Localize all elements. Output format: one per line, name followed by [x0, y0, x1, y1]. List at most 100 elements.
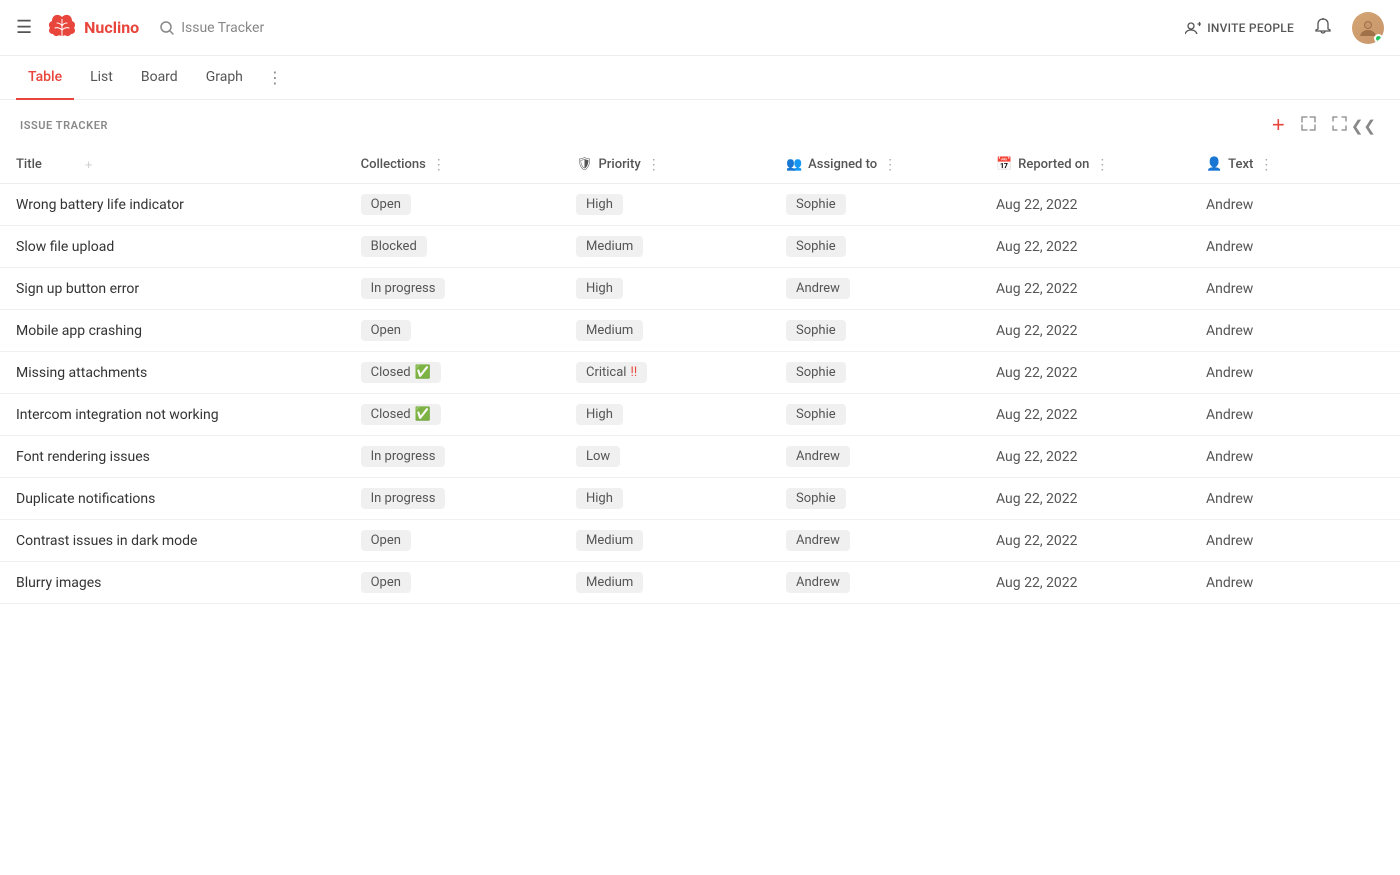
avatar[interactable]: [1352, 12, 1384, 44]
cell-priority: Low: [560, 436, 770, 478]
collection-badge[interactable]: In progress: [361, 488, 446, 509]
priority-badge[interactable]: Medium: [576, 530, 643, 551]
cell-title: Mobile app crashing: [0, 310, 345, 352]
col-header-assigned: 👥 Assigned to ⋮: [770, 146, 980, 184]
priority-badge[interactable]: High: [576, 404, 623, 425]
collection-badge[interactable]: Closed ✅: [361, 404, 441, 425]
text-value: Andrew: [1206, 575, 1253, 591]
assigned-badge[interactable]: Sophie: [786, 362, 846, 383]
assigned-badge[interactable]: Sophie: [786, 488, 846, 509]
cell-collection: Open: [345, 562, 560, 604]
tab-graph[interactable]: Graph: [194, 56, 255, 100]
collection-badge[interactable]: Open: [361, 572, 411, 593]
table-row[interactable]: Mobile app crashingOpenMediumSophieAug 2…: [0, 310, 1400, 352]
add-button[interactable]: +: [1268, 112, 1289, 138]
cell-reported: Aug 22, 2022: [980, 520, 1190, 562]
col-priority-more[interactable]: ⋮: [647, 157, 661, 173]
collection-badge[interactable]: Open: [361, 320, 411, 341]
priority-badge[interactable]: Medium: [576, 572, 643, 593]
priority-badge[interactable]: High: [576, 488, 623, 509]
col-title-add[interactable]: +: [82, 156, 96, 173]
cell-reported: Aug 22, 2022: [980, 436, 1190, 478]
col-reported-label: Reported on: [1018, 157, 1089, 172]
col-title-more[interactable]: ⋮: [62, 157, 76, 173]
row-title[interactable]: Mobile app crashing: [16, 323, 142, 339]
priority-badge[interactable]: Medium: [576, 320, 643, 341]
online-indicator: [1374, 34, 1383, 43]
tab-table[interactable]: Table: [16, 56, 74, 100]
app-name: Nuclino: [84, 18, 139, 37]
row-title[interactable]: Intercom integration not working: [16, 407, 219, 423]
row-title[interactable]: Slow file upload: [16, 239, 114, 255]
text-value: Andrew: [1206, 365, 1253, 381]
reported-date: Aug 22, 2022: [996, 281, 1078, 297]
cell-collection: Closed ✅: [345, 352, 560, 394]
table-row[interactable]: Intercom integration not working Closed ✅…: [0, 394, 1400, 436]
row-title[interactable]: Sign up button error: [16, 281, 139, 297]
tab-board[interactable]: Board: [129, 56, 190, 100]
table-row[interactable]: Font rendering issues In progress Low Andre…: [0, 436, 1400, 478]
table-header: Title ↓ ⋮ + Collections ⋮: [0, 146, 1400, 184]
table-row[interactable]: Contrast issues in dark mode Open Medium An…: [0, 520, 1400, 562]
bell-button[interactable]: [1314, 17, 1332, 39]
cell-collection: Closed ✅: [345, 394, 560, 436]
priority-badge[interactable]: High: [576, 194, 623, 215]
row-title[interactable]: Contrast issues in dark mode: [16, 533, 197, 549]
reported-date: Aug 22, 2022: [996, 197, 1078, 213]
bell-icon: [1314, 17, 1332, 35]
priority-badge[interactable]: Medium: [576, 236, 643, 257]
assigned-badge[interactable]: Sophie: [786, 236, 846, 257]
hamburger-icon[interactable]: ☰: [16, 17, 32, 38]
cell-text: Andrew: [1190, 310, 1400, 352]
assigned-badge[interactable]: Andrew: [786, 278, 850, 299]
issues-table: Title ↓ ⋮ + Collections ⋮: [0, 146, 1400, 604]
col-reported-more[interactable]: ⋮: [1095, 157, 1109, 173]
tab-list[interactable]: List: [78, 56, 125, 100]
assigned-badge[interactable]: Sophie: [786, 194, 846, 215]
priority-badge[interactable]: Low: [576, 446, 620, 467]
cell-assigned: Sophie: [770, 184, 980, 226]
cell-priority: High: [560, 184, 770, 226]
table-row[interactable]: Missing attachments Closed ✅ Critical ‼ Sop…: [0, 352, 1400, 394]
collection-badge[interactable]: Blocked: [361, 236, 427, 257]
assigned-badge[interactable]: Andrew: [786, 530, 850, 551]
row-title[interactable]: Blurry images: [16, 575, 101, 591]
cell-collection: Open: [345, 310, 560, 352]
collapse-button[interactable]: ❮❮: [1328, 114, 1380, 137]
col-title-sort[interactable]: ↓: [52, 158, 58, 172]
assigned-badge[interactable]: Andrew: [786, 446, 850, 467]
collection-badge[interactable]: In progress: [361, 446, 446, 467]
collection-badge[interactable]: Open: [361, 194, 411, 215]
collection-badge[interactable]: In progress: [361, 278, 446, 299]
cell-priority: Medium: [560, 226, 770, 268]
assigned-badge[interactable]: Andrew: [786, 572, 850, 593]
table-row[interactable]: Sign up button error In progress High Andre…: [0, 268, 1400, 310]
priority-icon: 🛡: [576, 157, 593, 172]
row-title[interactable]: Wrong battery life indicator: [16, 197, 184, 213]
assigned-badge[interactable]: Sophie: [786, 404, 846, 425]
cell-assigned: Sophie: [770, 226, 980, 268]
tabs-more-button[interactable]: ⋮: [259, 68, 291, 87]
col-text-more[interactable]: ⋮: [1259, 157, 1273, 173]
row-title[interactable]: Missing attachments: [16, 365, 147, 381]
collection-badge[interactable]: Open: [361, 530, 411, 551]
cell-text: Andrew: [1190, 184, 1400, 226]
expand-button[interactable]: [1297, 114, 1320, 137]
table-row[interactable]: Duplicate notifications In progress High So…: [0, 478, 1400, 520]
row-title[interactable]: Duplicate notifications: [16, 491, 155, 507]
row-title[interactable]: Font rendering issues: [16, 449, 150, 465]
table-row[interactable]: Slow file uploadBlockedMediumSophieAug 2…: [0, 226, 1400, 268]
tabs-bar: Table List Board Graph ⋮: [0, 56, 1400, 100]
collection-badge[interactable]: Closed ✅: [361, 362, 441, 383]
invite-people-button[interactable]: INVITE PEOPLE: [1185, 21, 1294, 35]
table-row[interactable]: Blurry imagesOpenMediumAndrewAug 22, 202…: [0, 562, 1400, 604]
priority-badge[interactable]: High: [576, 278, 623, 299]
col-collections-more[interactable]: ⋮: [432, 157, 446, 173]
cell-assigned: Andrew: [770, 436, 980, 478]
assigned-badge[interactable]: Sophie: [786, 320, 846, 341]
col-assigned-label: Assigned to: [808, 157, 877, 172]
reported-date: Aug 22, 2022: [996, 407, 1078, 423]
col-assigned-more[interactable]: ⋮: [883, 157, 897, 173]
priority-badge[interactable]: Critical ‼: [576, 362, 647, 383]
table-row[interactable]: Wrong battery life indicator Open High Soph…: [0, 184, 1400, 226]
